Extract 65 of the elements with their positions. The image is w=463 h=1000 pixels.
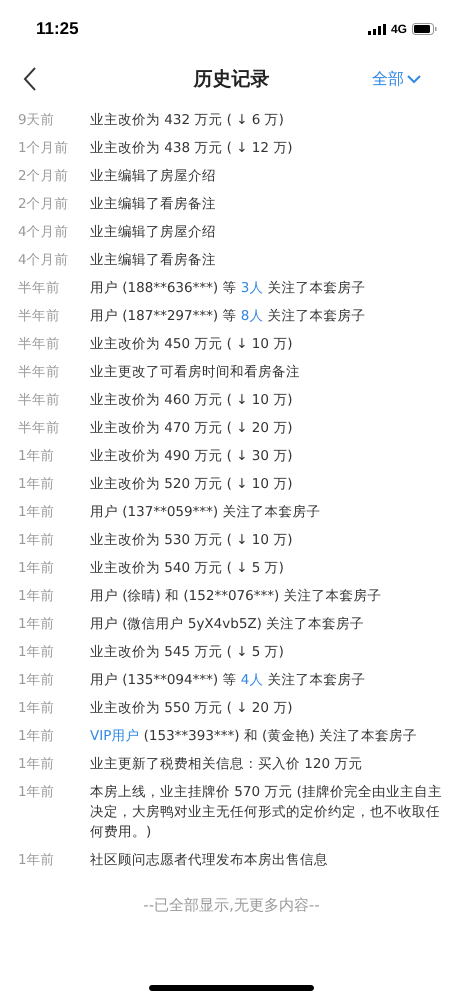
record-time: 1个月前 <box>18 139 70 158</box>
record-text: 用户 (188**636***) 等 3人 关注了本套房子 <box>90 279 367 298</box>
record-time: 1年前 <box>18 671 56 690</box>
record-time: 半年前 <box>18 363 61 382</box>
record-text: 用户 (徐晴) 和 (152**076***) 关注了本套房子 <box>90 587 383 606</box>
signal-icon <box>368 24 386 34</box>
network-label: 4G <box>390 22 407 36</box>
record-time: 1年前 <box>18 699 56 718</box>
record-text: 业主改价为 432 万元 ( ↓ 6 万) <box>90 111 285 130</box>
record-text: 社区顾问志愿者代理发布本房出售信息 <box>90 851 329 870</box>
record-text: 业主更改了可看房时间和看房备注 <box>90 363 301 382</box>
page-title: 历史记录 <box>194 67 270 92</box>
record-text: 用户 (187**297***) 等 8人 关注了本套房子 <box>90 307 367 326</box>
record-time: 9天前 <box>18 111 56 130</box>
highlight-link[interactable]: VIP用户 <box>90 728 140 744</box>
record-time: 1年前 <box>18 755 56 774</box>
record-time: 1年前 <box>18 475 56 494</box>
highlight-link[interactable]: 4人 <box>240 672 264 688</box>
record-time: 4个月前 <box>18 223 70 242</box>
filter-dropdown[interactable]: 全部 <box>372 68 421 90</box>
record-text: 业主改价为 550 万元 ( ↓ 20 万) <box>90 699 294 718</box>
record-time: 半年前 <box>18 279 61 298</box>
record-time: 1年前 <box>18 503 56 522</box>
record-time: 1年前 <box>18 587 56 606</box>
record-text: 业主编辑了看房备注 <box>90 251 217 270</box>
record-time: 1年前 <box>18 615 56 634</box>
record-time: 1年前 <box>18 727 56 746</box>
record-text: 业主改价为 530 万元 ( ↓ 10 万) <box>90 531 294 550</box>
record-time: 半年前 <box>18 307 61 326</box>
record-time: 半年前 <box>18 391 61 410</box>
record-text: 业主改价为 438 万元 ( ↓ 12 万) <box>90 139 294 158</box>
chevron-down-icon <box>407 74 421 84</box>
record-time: 4个月前 <box>18 251 70 270</box>
record-time: 半年前 <box>18 335 61 354</box>
record-text: VIP用户 (153**393***) 和 (黄金艳) 关注了本套房子 <box>90 727 418 746</box>
record-time: 半年前 <box>18 419 61 438</box>
record-text: 业主改价为 520 万元 ( ↓ 10 万) <box>90 475 294 494</box>
status-time: 11:25 <box>36 19 79 39</box>
highlight-link[interactable]: 3人 <box>240 280 264 296</box>
record-text: 业主编辑了看房备注 <box>90 195 217 214</box>
back-icon[interactable] <box>23 67 37 91</box>
end-of-list-note: --已全部显示,无更多内容-- <box>143 896 320 915</box>
record-time: 1年前 <box>18 531 56 550</box>
record-text: 业主改价为 545 万元 ( ↓ 5 万) <box>90 643 285 662</box>
record-time: 1年前 <box>18 447 56 466</box>
record-time: 1年前 <box>18 559 56 578</box>
record-text: 业主改价为 450 万元 ( ↓ 10 万) <box>90 335 294 354</box>
record-time: 1年前 <box>18 643 56 662</box>
record-text: 本房上线，业主挂牌价 570 万元 (挂牌价完全由业主自主决定，大房鸭对业主无任何形式的定价约定，也不收取任何费用。) <box>90 783 443 842</box>
record-text: 用户 (微信用户 5yX4vb5Z) 关注了本套房子 <box>90 615 366 634</box>
record-text: 用户 (137**059***) 关注了本套房子 <box>90 503 322 522</box>
record-text: 业主编辑了房屋介绍 <box>90 223 217 242</box>
record-text: 业主改价为 460 万元 ( ↓ 10 万) <box>90 391 294 410</box>
battery-icon <box>412 23 437 35</box>
record-time: 2个月前 <box>18 195 70 214</box>
record-time: 2个月前 <box>18 167 70 186</box>
record-text: 业主改价为 490 万元 ( ↓ 30 万) <box>90 447 294 466</box>
highlight-link[interactable]: 8人 <box>240 308 264 324</box>
record-text: 业主更新了税费相关信息：买入价 120 万元 <box>90 755 364 774</box>
record-text: 用户 (135**094***) 等 4人 关注了本套房子 <box>90 671 367 690</box>
record-time: 1年前 <box>18 783 56 802</box>
record-text: 业主改价为 540 万元 ( ↓ 5 万) <box>90 559 285 578</box>
record-text: 业主编辑了房屋介绍 <box>90 167 217 186</box>
record-text: 业主改价为 470 万元 ( ↓ 20 万) <box>90 419 294 438</box>
record-time: 1年前 <box>18 851 56 870</box>
